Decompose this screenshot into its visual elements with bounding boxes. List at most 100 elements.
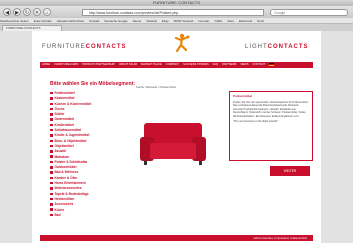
bookmark-item[interactable]: Notiz <box>257 19 264 23</box>
search-input[interactable]: Google <box>270 9 348 16</box>
bullet-icon <box>50 123 53 127</box>
footer-bar: Add to favorites | Impressum | Datenschu… <box>40 235 313 241</box>
bookmark-item[interactable]: Inventar <box>198 19 209 23</box>
logo-light-contacts[interactable]: LIGHTCONTACTS <box>245 44 309 50</box>
bookmark-item[interactable]: Kontakt <box>89 19 99 23</box>
bullet-icon <box>50 144 53 148</box>
logo-left-accent: CONTACTS <box>85 44 127 50</box>
category-item[interactable]: Bad <box>50 213 130 218</box>
bullet-icon <box>50 160 53 164</box>
logo-left-text: FURNITURE <box>42 44 86 50</box>
bullet-icon <box>50 197 53 201</box>
runner-figure-icon <box>174 33 190 53</box>
home-button[interactable]: ⌂ <box>43 8 51 16</box>
bookmark-item[interactable]: Elektronik <box>239 19 252 23</box>
bookmark-item[interactable]: Traffic <box>214 19 222 23</box>
window-title: FURNITURE: CONTACTS <box>152 0 201 5</box>
bookmark-item[interactable]: Medical <box>146 19 156 23</box>
bookmark-item[interactable]: Erste Schritte <box>34 19 52 23</box>
bullet-icon <box>50 181 53 185</box>
nav-item-partners[interactable]: PARTNERS <box>222 63 236 66</box>
category-label: Kindermöbel <box>54 122 74 127</box>
category-label: Tapete & Bodenbeläge <box>54 191 89 196</box>
bullet-icon <box>50 97 53 100</box>
bookmark-item[interactable]: MMW Versand <box>174 19 194 23</box>
bullet-icon <box>50 171 53 174</box>
category-label: Tische <box>54 106 65 111</box>
tab-strip: FURNITURE CONTACTS <box>0 24 353 31</box>
url-input[interactable]: http://www.furniture-contacts.com/previe… <box>82 9 264 16</box>
nav-item-furniture-fairs[interactable]: FURNITURE-FAIRS <box>54 63 78 66</box>
category-label: Schlafraummöbel <box>54 128 82 133</box>
bullet-icon <box>50 208 53 211</box>
nav-item-news[interactable]: NEWS <box>240 63 248 66</box>
bullet-icon <box>50 102 53 105</box>
category-label: Heimtextilien <box>54 196 75 201</box>
nav-item-home[interactable]: HOME <box>42 63 50 66</box>
category-label: Kastenmöbel <box>54 96 75 101</box>
bullet-icon <box>50 187 53 190</box>
bullet-icon <box>50 155 53 158</box>
category-label: Akustik <box>54 149 67 154</box>
category-label: Matratzen <box>54 154 70 159</box>
logo-right-text: LIGHT <box>245 44 268 50</box>
sofa-image <box>140 123 206 165</box>
nav-item-company[interactable]: COMPANY <box>166 63 179 66</box>
bookmark-item[interactable]: Meistbesuchte Seiten <box>0 19 29 23</box>
nav-item-produkt-partnership[interactable]: PRODUKT-PARTNERSHIP <box>82 63 115 66</box>
forward-button[interactable]: ▶ <box>13 8 21 16</box>
bullet-icon <box>50 118 53 121</box>
bookmark-item[interactable]: Ebay <box>162 19 169 23</box>
bookmark-item[interactable]: Steuer <box>133 19 142 23</box>
bullet-icon <box>50 176 53 180</box>
category-list: Polstermöbel Kastenmöbel Küchen & Küchenmö… <box>50 91 130 218</box>
main-navigation: HOME FURNITURE-FAIRS PRODUKT-PARTNERSHIP AB… <box>40 62 313 68</box>
category-label: Wohnaccessoires <box>54 186 82 191</box>
bullet-icon <box>50 91 53 95</box>
category-label: Kinder & Jugendmöbel <box>54 133 90 138</box>
bullet-icon <box>50 113 53 116</box>
page-viewport: FURNITURECONTACTS LIGHTCONTACTS HOME FURN… <box>0 31 353 243</box>
category-label: Küche <box>54 207 65 212</box>
category-label: Polstermöbel <box>54 91 75 95</box>
nav-item-faq[interactable]: FAQ <box>213 63 218 66</box>
nav-item-success-stories[interactable]: SUCCESS STORIES <box>183 63 209 66</box>
bullet-icon <box>50 134 53 137</box>
nav-item-about-kalim[interactable]: ABOUT KALIM <box>119 63 137 66</box>
back-button[interactable]: ◀ <box>3 8 11 16</box>
category-label: Küchen & Küchenmöbel <box>54 101 92 106</box>
weiter-button[interactable]: WEITER <box>270 166 310 176</box>
nav-item-contact[interactable]: CONTACT <box>253 63 266 66</box>
bookmark-item[interactable]: Aktuelle Nachrichten <box>57 19 85 23</box>
logo-right-accent: CONTACTS <box>267 44 309 50</box>
category-label: Bad <box>54 212 61 217</box>
category-label: Polster & Schlafsofas <box>54 159 88 164</box>
bullet-icon <box>50 150 53 153</box>
browser-toolbar: ◀ ▶ ↻ ✕ ⌂ http://www.furniture-contacts.… <box>0 6 353 18</box>
category-label: Objektmöbel <box>54 143 74 148</box>
bullet-icon <box>50 192 53 196</box>
bookmark-item[interactable]: Sites <box>227 19 234 23</box>
stop-button[interactable]: ✕ <box>33 8 41 16</box>
info-box-tagline: "Put your business in the Right Hands!" <box>233 120 279 123</box>
logo-furniture-contacts[interactable]: FURNITURECONTACTS <box>42 44 127 50</box>
page-heading: Bitte wählen Sie ein Möbelsegment: <box>50 81 136 87</box>
reload-button[interactable]: ↻ <box>23 8 31 16</box>
bullet-icon <box>50 128 53 132</box>
category-label: Stühle <box>54 112 65 117</box>
bullet-icon <box>50 107 53 111</box>
bullet-icon <box>50 203 53 206</box>
german-flag-icon[interactable] <box>269 62 275 66</box>
category-label: Outdoormöbel <box>54 165 77 170</box>
bullet-icon <box>50 166 53 169</box>
nav-item-market-place[interactable]: MARKET PLACE <box>141 63 162 66</box>
bullet-icon <box>50 213 53 217</box>
category-label: Home Entertainment <box>54 181 86 186</box>
bookmark-item[interactable]: Deutsche Google <box>104 19 127 23</box>
category-label: Kamine & Öfen <box>54 175 78 180</box>
info-box-body: Finden Sie hier den passenden Vertriebsp… <box>233 100 309 118</box>
site-container: FURNITURECONTACTS LIGHTCONTACTS HOME FURN… <box>32 31 321 243</box>
category-label: Gartenmöbel <box>54 117 75 122</box>
bullet-icon <box>50 139 53 143</box>
category-label: Bad & Wellness <box>54 170 79 175</box>
